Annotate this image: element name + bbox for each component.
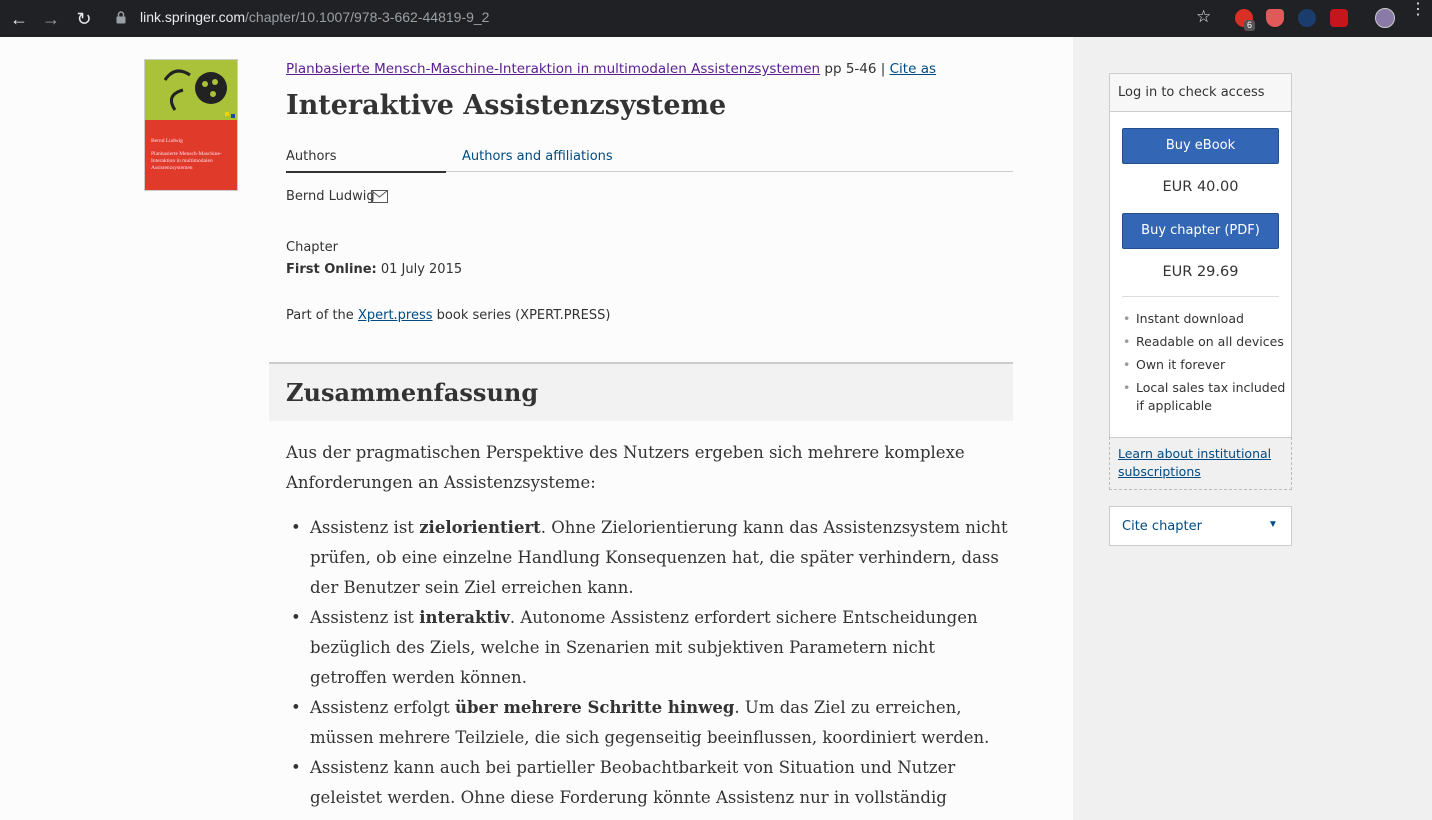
list-item: Assistenz ist zielorientiert. Ohne Zielo… xyxy=(286,513,1016,603)
series-info: Part of the Xpert.press book series (XPE… xyxy=(286,308,610,323)
chapter-price: EUR 29.69 xyxy=(1162,264,1239,280)
purchase-box: Log in to check access Buy eBook EUR 40.… xyxy=(1109,73,1292,438)
cover-artwork-icon xyxy=(163,69,235,118)
extension-icon-4[interactable] xyxy=(1330,9,1348,27)
book-title-link[interactable]: Planbasierte Mensch-Maschine-Interaktion… xyxy=(286,61,820,77)
author-tabs: Authors Authors and affiliations xyxy=(286,147,1013,173)
abstract-list: Assistenz ist zielorientiert. Ohne Zielo… xyxy=(286,513,1016,820)
feature-item: Readable on all devices xyxy=(1122,333,1287,351)
feature-item: Own it forever xyxy=(1122,356,1287,374)
list-item: Assistenz erfolgt über mehrere Schritte … xyxy=(286,693,1016,753)
content-type: Chapter xyxy=(286,240,338,255)
profile-avatar[interactable] xyxy=(1375,8,1395,28)
bookmark-star-icon[interactable]: ☆ xyxy=(1196,7,1211,27)
cover-top-panel xyxy=(145,60,237,120)
author-name: Bernd Ludwig xyxy=(286,189,375,204)
breadcrumb-separator: | xyxy=(880,61,886,77)
shield-extension-icon[interactable] xyxy=(1266,9,1284,27)
series-link[interactable]: Xpert.press xyxy=(358,308,433,323)
reload-icon[interactable]: ↻ xyxy=(71,6,97,32)
cover-title-text: Bernd Ludwig Planbasierte Mensch-Maschin… xyxy=(151,138,222,171)
first-online-date: 01 July 2015 xyxy=(376,262,463,277)
series-prefix: Part of the xyxy=(286,308,358,323)
cite-chapter-dropdown[interactable]: Cite chapter ▼ xyxy=(1109,506,1292,546)
browser-menu-icon[interactable]: ⋮ xyxy=(1410,2,1426,18)
breadcrumb: Planbasierte Mensch-Maschine-Interaktion… xyxy=(286,61,936,77)
cite-as-link[interactable]: Cite as xyxy=(890,61,936,77)
institutional-box: Learn about institutional subscriptions xyxy=(1109,437,1292,490)
buy-chapter-button[interactable]: Buy chapter (PDF) xyxy=(1122,213,1279,249)
divider xyxy=(1122,296,1279,297)
email-icon[interactable] xyxy=(371,190,388,203)
lock-icon xyxy=(116,11,126,24)
caret-down-icon[interactable]: ▼ xyxy=(1268,519,1278,530)
forward-arrow-icon[interactable]: → xyxy=(38,6,64,32)
address-bar[interactable]: link.springer.com/chapter/10.1007/978-3-… xyxy=(104,4,1224,32)
list-item: Assistenz kann auch bei partieller Beoba… xyxy=(286,753,1016,820)
extension-icon-3[interactable] xyxy=(1298,9,1316,27)
extension-badge: 6 xyxy=(1244,20,1256,31)
page-title: Interaktive Assistenzsysteme xyxy=(286,90,727,121)
abstract-intro: Aus der pragmatischen Perspektive des Nu… xyxy=(286,443,965,492)
institutional-subscriptions-link[interactable]: Learn about institutional subscriptions xyxy=(1118,445,1283,481)
feature-item: Instant download xyxy=(1122,310,1287,328)
feature-item: Local sales tax included if applicable xyxy=(1122,379,1287,415)
cite-chapter-label[interactable]: Cite chapter xyxy=(1122,519,1202,534)
tab-authors[interactable]: Authors xyxy=(286,149,446,173)
login-header[interactable]: Log in to check access xyxy=(1110,74,1291,112)
tab-authors-and-affiliations[interactable]: Authors and affiliations xyxy=(462,149,613,164)
first-online-label: First Online: xyxy=(286,262,377,277)
page-range: pp 5-46 xyxy=(824,61,877,77)
section-title: Zusammenfassung xyxy=(286,378,539,407)
browser-toolbar: ← → ↻ link.springer.com/chapter/10.1007/… xyxy=(0,0,1432,37)
ebook-price: EUR 40.00 xyxy=(1162,179,1239,195)
purchase-features: Instant download Readable on all devices… xyxy=(1122,310,1287,420)
abstract-section-header: Zusammenfassung xyxy=(269,362,1013,421)
back-arrow-icon[interactable]: ← xyxy=(6,6,32,32)
list-item: Assistenz ist interaktiv. Autonome Assis… xyxy=(286,603,1016,693)
login-text[interactable]: Log in to check access xyxy=(1118,85,1265,100)
first-online: First Online: 01 July 2015 xyxy=(286,262,462,277)
book-cover-image[interactable]: Bernd Ludwig Planbasierte Mensch-Maschin… xyxy=(144,59,238,191)
url-text: link.springer.com/chapter/10.1007/978-3-… xyxy=(140,9,490,25)
series-suffix: book series (XPERT.PRESS) xyxy=(432,308,611,323)
buy-ebook-button[interactable]: Buy eBook xyxy=(1122,128,1279,164)
